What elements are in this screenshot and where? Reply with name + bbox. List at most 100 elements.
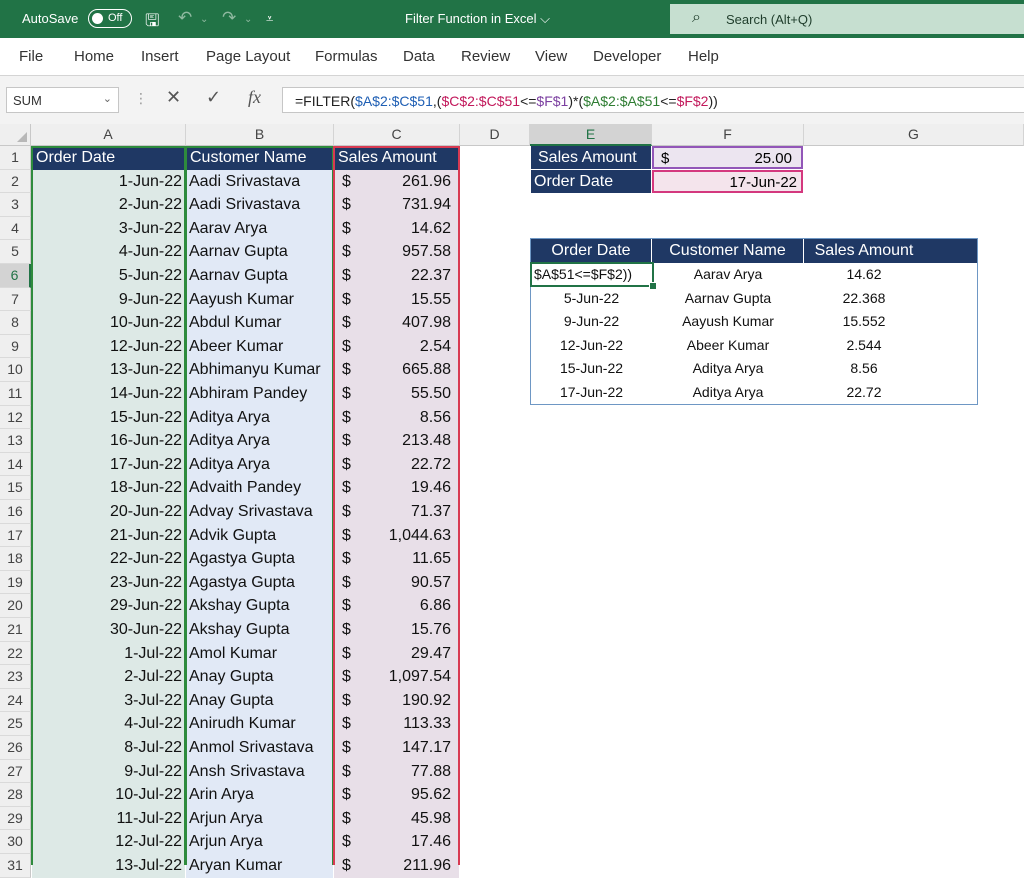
cell-order-date[interactable]: 13-Jun-22: [32, 358, 185, 382]
cell-customer-name[interactable]: Anay Gupta: [186, 665, 333, 689]
cell-sales-amount[interactable]: $77.88: [334, 759, 459, 784]
cell-order-date[interactable]: 30-Jun-22: [32, 618, 185, 642]
criteria-sales-label[interactable]: Sales Amount: [531, 146, 651, 169]
result-cell-order-date[interactable]: 15-Jun-22: [531, 357, 652, 381]
cell-customer-name[interactable]: Agastya Gupta: [186, 570, 333, 595]
cell-order-date[interactable]: 29-Jun-22: [32, 594, 185, 618]
row-header[interactable]: 26: [0, 736, 31, 760]
row-header[interactable]: 6: [0, 264, 31, 288]
tab-developer[interactable]: Developer: [593, 48, 661, 65]
result-cell-order-date[interactable]: 9-Jun-22: [531, 310, 652, 334]
tab-formulas[interactable]: Formulas: [315, 48, 378, 65]
result-cell-sales-amount[interactable]: 15.552: [804, 310, 924, 334]
row-header[interactable]: 4: [0, 216, 31, 241]
cell-order-date[interactable]: 4-Jul-22: [32, 712, 185, 736]
cell-sales-amount[interactable]: $1,097.54: [334, 665, 459, 689]
row-header[interactable]: 17: [0, 523, 31, 548]
row-header[interactable]: 24: [0, 688, 31, 713]
row-header[interactable]: 8: [0, 311, 31, 335]
cell-order-date[interactable]: 3-Jul-22: [32, 688, 185, 713]
cell-sales-amount[interactable]: $190.92: [334, 688, 459, 713]
cell-customer-name[interactable]: Arjun Arya: [186, 830, 333, 854]
cell-sales-amount[interactable]: $261.96: [334, 169, 459, 194]
cell-customer-name[interactable]: Aadi Srivastava: [186, 193, 333, 217]
tab-insert[interactable]: Insert: [141, 48, 179, 65]
cell-customer-name[interactable]: Abeer Kumar: [186, 334, 333, 359]
row-header[interactable]: 20: [0, 594, 31, 618]
cell-customer-name[interactable]: Akshay Gupta: [186, 618, 333, 642]
header-sales-amount[interactable]: Sales Amount: [334, 146, 459, 170]
row-header[interactable]: 21: [0, 618, 31, 642]
cell-sales-amount[interactable]: $113.33: [334, 712, 459, 736]
cell-customer-name[interactable]: Arin Arya: [186, 783, 333, 807]
criteria-sales-value-cell[interactable]: $ 25.00: [652, 146, 803, 169]
cell-order-date[interactable]: 9-Jul-22: [32, 759, 185, 784]
cell-customer-name[interactable]: Akshay Gupta: [186, 594, 333, 618]
cell-customer-name[interactable]: Anmol Srivastava: [186, 736, 333, 760]
result-cell-customer-name[interactable]: Abeer Kumar: [652, 334, 804, 358]
header-customer-name[interactable]: Customer Name: [186, 146, 333, 170]
result-header-order-date[interactable]: Order Date: [531, 239, 652, 263]
cell-order-date[interactable]: 13-Jul-22: [32, 854, 185, 878]
cell-order-date[interactable]: 21-Jun-22: [32, 523, 185, 548]
cell-sales-amount[interactable]: $19.46: [334, 476, 459, 500]
cell-customer-name[interactable]: Aditya Arya: [186, 405, 333, 430]
result-cell-order-date[interactable]: 5-Jun-22: [531, 287, 652, 311]
document-title[interactable]: Filter Function in Excel ⌵: [405, 11, 550, 27]
tab-file[interactable]: File: [19, 48, 43, 65]
tab-page-layout[interactable]: Page Layout: [206, 48, 290, 65]
cell-sales-amount[interactable]: $213.48: [334, 429, 459, 453]
row-header[interactable]: 15: [0, 476, 31, 500]
undo-dropdown-icon[interactable]: ⌄: [200, 14, 208, 25]
row-header[interactable]: 16: [0, 500, 31, 524]
cell-sales-amount[interactable]: $22.37: [334, 264, 459, 288]
row-header[interactable]: 18: [0, 547, 31, 571]
result-cell-sales-amount[interactable]: 2.544: [804, 334, 924, 358]
column-header-a[interactable]: A: [31, 124, 186, 146]
result-cell-customer-name[interactable]: Aayush Kumar: [652, 310, 804, 334]
row-header[interactable]: 29: [0, 806, 31, 831]
cell-order-date[interactable]: 16-Jun-22: [32, 429, 185, 453]
cell-customer-name[interactable]: Aarav Arya: [186, 216, 333, 241]
row-header[interactable]: 11: [0, 382, 31, 406]
cell-order-date[interactable]: 14-Jun-22: [32, 382, 185, 406]
column-header-e[interactable]: E: [530, 124, 652, 146]
cell-order-date[interactable]: 9-Jun-22: [32, 287, 185, 312]
cell-order-date[interactable]: 1-Jun-22: [32, 169, 185, 194]
cell-order-date[interactable]: 2-Jun-22: [32, 193, 185, 217]
cell-customer-name[interactable]: Ansh Srivastava: [186, 759, 333, 784]
cell-customer-name[interactable]: Advaith Pandey: [186, 476, 333, 500]
cell-order-date[interactable]: 10-Jun-22: [32, 311, 185, 335]
row-header[interactable]: 28: [0, 783, 31, 807]
redo-dropdown-icon[interactable]: ⌄: [244, 14, 252, 25]
cancel-icon[interactable]: ✕: [166, 87, 181, 108]
row-header[interactable]: 31: [0, 854, 31, 878]
undo-icon[interactable]: ↶: [178, 8, 192, 28]
criteria-date-label[interactable]: Order Date: [531, 170, 651, 193]
cell-order-date[interactable]: 2-Jul-22: [32, 665, 185, 689]
header-order-date[interactable]: Order Date: [32, 146, 185, 170]
result-cell-sales-amount[interactable]: 22.72: [804, 381, 924, 405]
cell-customer-name[interactable]: Abhiram Pandey: [186, 382, 333, 406]
cell-order-date[interactable]: 4-Jun-22: [32, 240, 185, 264]
column-header-g[interactable]: G: [804, 124, 1024, 146]
row-header[interactable]: 2: [0, 169, 31, 194]
result-header-customer-name[interactable]: Customer Name: [652, 239, 804, 263]
more-options-icon[interactable]: ⋮: [134, 90, 148, 107]
cell-customer-name[interactable]: Agastya Gupta: [186, 547, 333, 571]
cell-customer-name[interactable]: Aditya Arya: [186, 429, 333, 453]
formula-input[interactable]: =FILTER($A$2:$C$51,($C$2:$C$51<=$F$1)*($…: [282, 87, 1024, 113]
result-cell-customer-name[interactable]: Aditya Arya: [652, 381, 804, 405]
row-header[interactable]: 13: [0, 429, 31, 453]
cell-sales-amount[interactable]: $8.56: [334, 405, 459, 430]
row-header[interactable]: 19: [0, 570, 31, 595]
cell-customer-name[interactable]: Advik Gupta: [186, 523, 333, 548]
cell-sales-amount[interactable]: $95.62: [334, 783, 459, 807]
result-cell-order-date[interactable]: 12-Jun-22: [531, 334, 652, 358]
cell-order-date[interactable]: 8-Jul-22: [32, 736, 185, 760]
cell-sales-amount[interactable]: $731.94: [334, 193, 459, 217]
row-header[interactable]: 3: [0, 193, 31, 217]
cell-order-date[interactable]: 12-Jun-22: [32, 334, 185, 359]
result-cell-sales-amount[interactable]: 8.56: [804, 357, 924, 381]
row-header[interactable]: 1: [0, 146, 31, 170]
